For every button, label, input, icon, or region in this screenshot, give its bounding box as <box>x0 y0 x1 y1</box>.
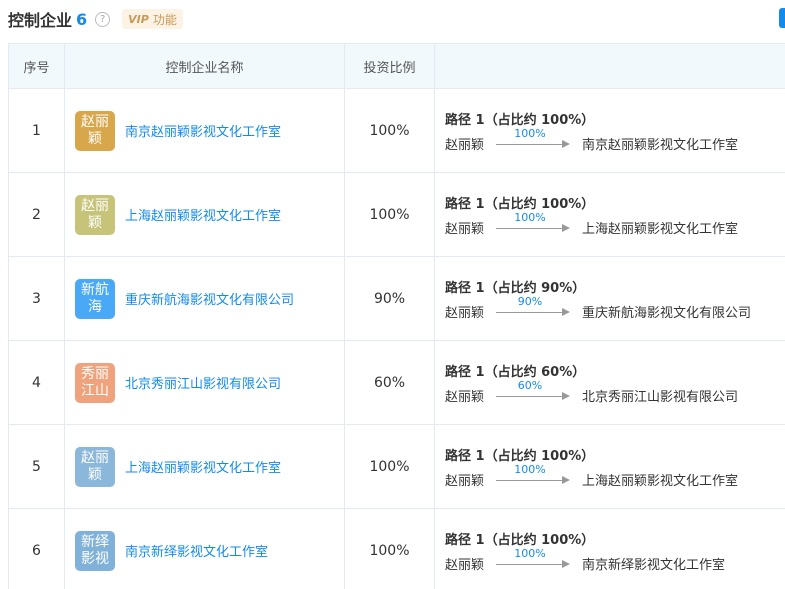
path-line: 赵丽颖 90% 重庆新航海影视文化有限公司 <box>445 295 751 321</box>
path-line: 赵丽颖 100% 南京赵丽颖影视文化工作室 <box>445 127 738 153</box>
control-path-cell: 路径 1（占比约 60%） 赵丽颖 60% 北京秀丽江山影视有限公司 <box>435 341 785 424</box>
control-path-cell: 路径 1（占比约 100%） 赵丽颖 100% 上海赵丽颖影视文化工作室 <box>435 173 785 256</box>
control-path-cell: 路径 1（占比约 100%） 赵丽颖 100% 南京新绎影视文化工作室 <box>435 509 785 589</box>
vip-icon: VIP <box>128 12 149 26</box>
section-header: 控制企业 6 ? VIP 功能 <box>8 6 183 32</box>
path-line: 赵丽颖 60% 北京秀丽江山影视有限公司 <box>445 379 738 405</box>
arrow-percent: 100% <box>514 211 546 224</box>
arrow-icon: 100% <box>496 211 572 234</box>
company-cell: 秀丽江山 北京秀丽江山影视有限公司 <box>65 341 345 424</box>
table-row: 3 新航海 重庆新航海影视文化有限公司 90% 路径 1（占比约 90%） 赵丽… <box>9 257 785 341</box>
company-cell: 赵丽颖 上海赵丽颖影视文化工作室 <box>65 173 345 256</box>
arrow-icon: 100% <box>496 547 572 570</box>
table-row: 2 赵丽颖 上海赵丽颖影视文化工作室 100% 路径 1（占比约 100%） 赵… <box>9 173 785 257</box>
help-icon[interactable]: ? <box>95 11 111 27</box>
section-title: 控制企业 <box>8 11 73 30</box>
path-title: 路径 1（占比约 100%） <box>445 196 595 212</box>
path-from[interactable]: 赵丽颖 <box>445 302 484 321</box>
path-to[interactable]: 南京新绎影视文化工作室 <box>582 554 725 573</box>
arrow-percent: 100% <box>514 127 546 140</box>
company-logo[interactable]: 新绎影视 <box>75 530 115 571</box>
company-logo[interactable]: 赵丽颖 <box>75 110 115 151</box>
table-row: 1 赵丽颖 南京赵丽颖影视文化工作室 100% 路径 1（占比约 100%） 赵… <box>9 89 785 173</box>
table-row: 4 秀丽江山 北京秀丽江山影视有限公司 60% 路径 1（占比约 60%） 赵丽… <box>9 341 785 425</box>
path-title: 路径 1（占比约 60%） <box>445 364 586 380</box>
company-name-link[interactable]: 上海赵丽颖影视文化工作室 <box>125 457 281 476</box>
edge-action-button[interactable] <box>779 8 785 28</box>
table-row: 5 赵丽颖 上海赵丽颖影视文化工作室 100% 路径 1（占比约 100%） 赵… <box>9 425 785 509</box>
company-cell: 新航海 重庆新航海影视文化有限公司 <box>65 257 345 340</box>
arrow-percent: 100% <box>514 463 546 476</box>
path-line: 赵丽颖 100% 上海赵丽颖影视文化工作室 <box>445 463 738 489</box>
control-path-cell: 路径 1（占比约 100%） 赵丽颖 100% 南京赵丽颖影视文化工作室 <box>435 89 785 172</box>
row-index: 5 <box>9 425 65 508</box>
path-title: 路径 1（占比约 100%） <box>445 532 595 548</box>
path-line: 赵丽颖 100% 南京新绎影视文化工作室 <box>445 547 725 573</box>
vip-feature-badge[interactable]: VIP 功能 <box>122 9 183 29</box>
investment-ratio: 90% <box>345 257 435 340</box>
investment-ratio: 100% <box>345 173 435 256</box>
row-index: 4 <box>9 341 65 424</box>
company-name-link[interactable]: 重庆新航海影视文化有限公司 <box>125 289 294 308</box>
arrow-icon: 100% <box>496 463 572 486</box>
row-index: 1 <box>9 89 65 172</box>
path-from[interactable]: 赵丽颖 <box>445 554 484 573</box>
path-line: 赵丽颖 100% 上海赵丽颖影视文化工作室 <box>445 211 738 237</box>
column-header-company-name: 控制企业名称 <box>65 44 345 88</box>
company-logo[interactable]: 新航海 <box>75 278 115 319</box>
path-title: 路径 1（占比约 90%） <box>445 280 586 296</box>
row-index: 6 <box>9 509 65 589</box>
column-header-index: 序号 <box>9 44 65 88</box>
company-name-link[interactable]: 南京新绎影视文化工作室 <box>125 541 268 560</box>
table-row: 6 新绎影视 南京新绎影视文化工作室 100% 路径 1（占比约 100%） 赵… <box>9 509 785 589</box>
company-cell: 赵丽颖 南京赵丽颖影视文化工作室 <box>65 89 345 172</box>
path-to[interactable]: 南京赵丽颖影视文化工作室 <box>582 134 738 153</box>
company-cell: 赵丽颖 上海赵丽颖影视文化工作室 <box>65 425 345 508</box>
arrow-percent: 90% <box>517 295 543 308</box>
table-header-row: 序号 控制企业名称 投资比例 <box>9 44 785 89</box>
path-to[interactable]: 北京秀丽江山影视有限公司 <box>582 386 738 405</box>
arrow-percent: 60% <box>517 379 543 392</box>
company-logo[interactable]: 赵丽颖 <box>75 446 115 487</box>
column-header-path <box>435 44 785 88</box>
company-name-link[interactable]: 北京秀丽江山影视有限公司 <box>125 373 281 392</box>
investment-ratio: 100% <box>345 509 435 589</box>
row-index: 2 <box>9 173 65 256</box>
control-path-cell: 路径 1（占比约 100%） 赵丽颖 100% 上海赵丽颖影视文化工作室 <box>435 425 785 508</box>
investment-ratio: 100% <box>345 89 435 172</box>
company-name-link[interactable]: 上海赵丽颖影视文化工作室 <box>125 205 281 224</box>
investment-ratio: 100% <box>345 425 435 508</box>
row-index: 3 <box>9 257 65 340</box>
section-count: 6 <box>76 9 88 29</box>
company-cell: 新绎影视 南京新绎影视文化工作室 <box>65 509 345 589</box>
arrow-icon: 60% <box>496 379 572 402</box>
path-from[interactable]: 赵丽颖 <box>445 470 484 489</box>
path-to[interactable]: 上海赵丽颖影视文化工作室 <box>582 218 738 237</box>
vip-feature-label: 功能 <box>152 12 177 27</box>
path-title: 路径 1（占比约 100%） <box>445 112 595 128</box>
column-header-ratio: 投资比例 <box>345 44 435 88</box>
arrow-icon: 100% <box>496 127 572 150</box>
controlled-companies-table: 序号 控制企业名称 投资比例 1 赵丽颖 南京赵丽颖影视文化工作室 100% 路… <box>8 43 785 589</box>
path-to[interactable]: 重庆新航海影视文化有限公司 <box>582 302 751 321</box>
arrow-icon: 90% <box>496 295 572 318</box>
investment-ratio: 60% <box>345 341 435 424</box>
path-from[interactable]: 赵丽颖 <box>445 218 484 237</box>
arrow-percent: 100% <box>514 547 546 560</box>
path-from[interactable]: 赵丽颖 <box>445 134 484 153</box>
company-name-link[interactable]: 南京赵丽颖影视文化工作室 <box>125 121 281 140</box>
path-title: 路径 1（占比约 100%） <box>445 448 595 464</box>
path-to[interactable]: 上海赵丽颖影视文化工作室 <box>582 470 738 489</box>
company-logo[interactable]: 赵丽颖 <box>75 194 115 235</box>
path-from[interactable]: 赵丽颖 <box>445 386 484 405</box>
company-logo[interactable]: 秀丽江山 <box>75 362 115 403</box>
control-path-cell: 路径 1（占比约 90%） 赵丽颖 90% 重庆新航海影视文化有限公司 <box>435 257 785 340</box>
